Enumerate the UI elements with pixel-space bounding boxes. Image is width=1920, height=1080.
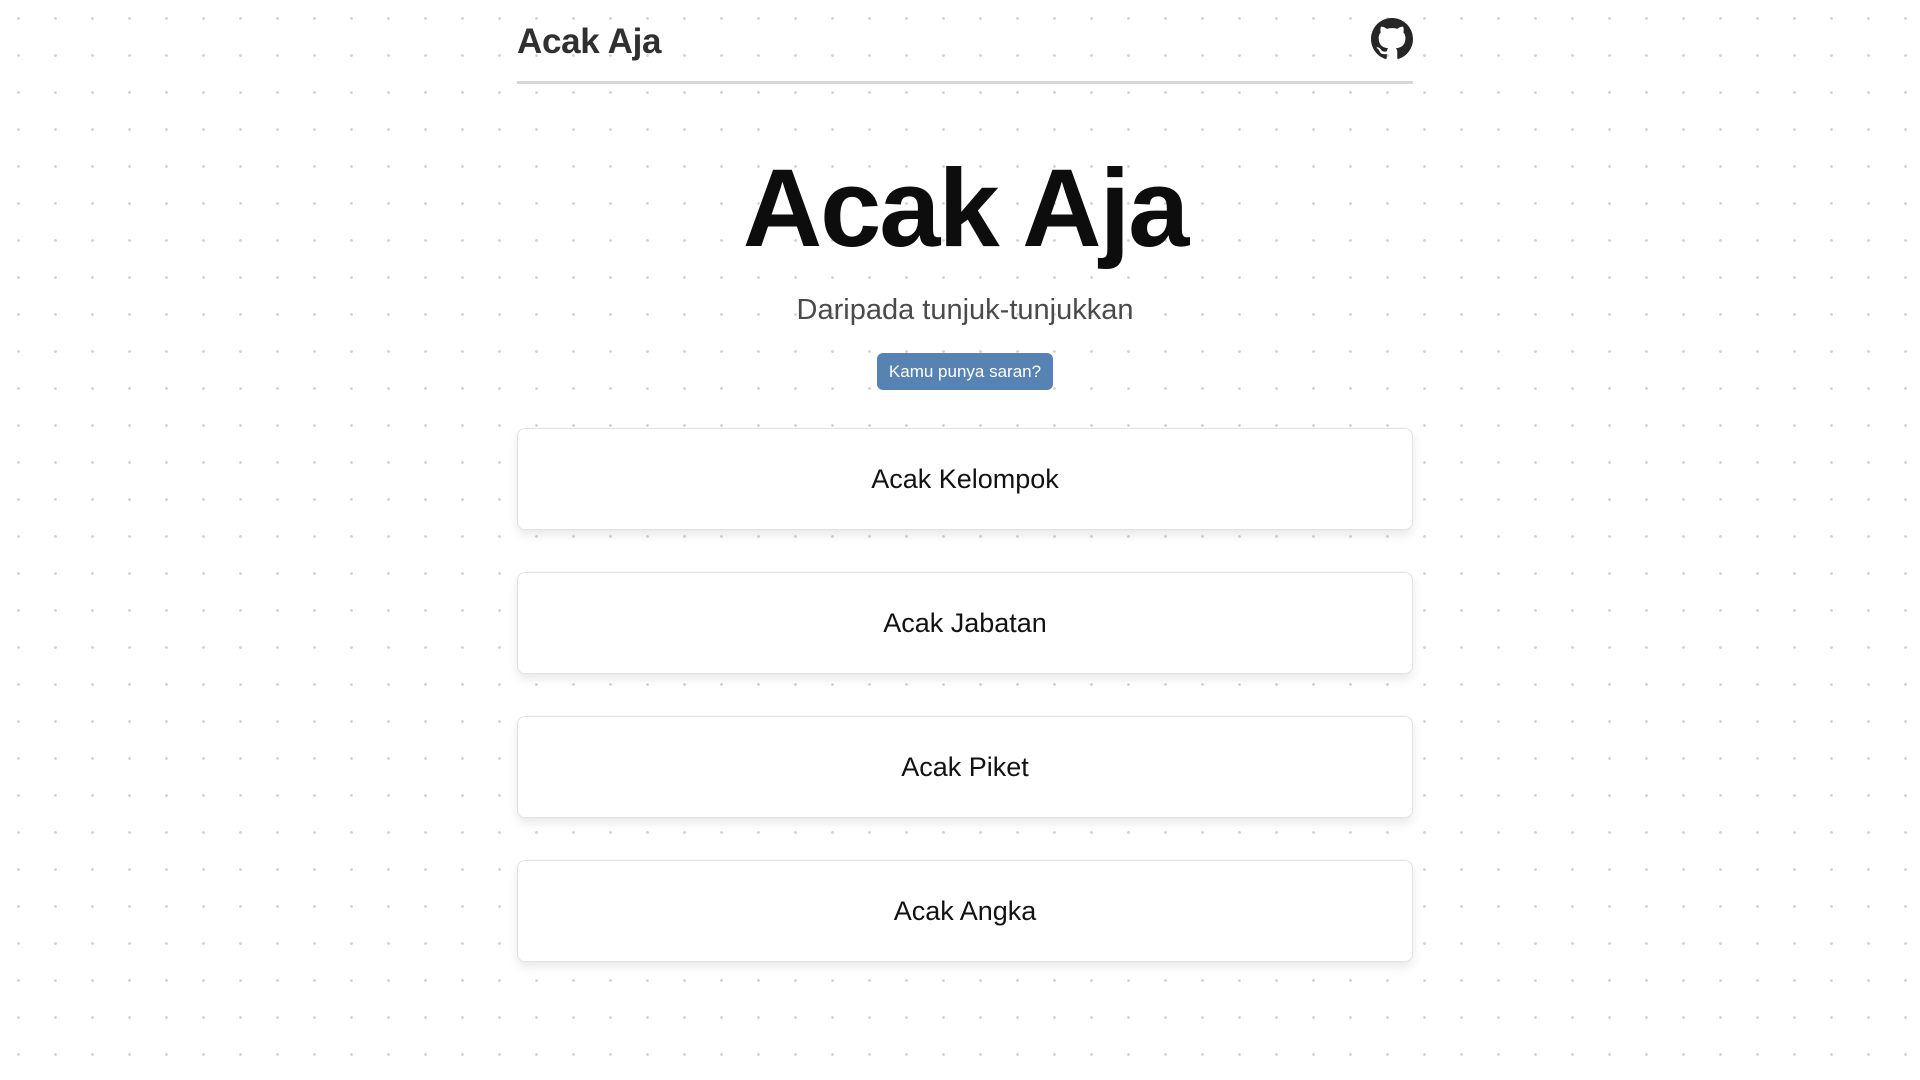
suggestion-button[interactable]: Kamu punya saran? (876, 353, 1054, 390)
github-link[interactable] (1371, 18, 1413, 65)
menu-card-acak-angka[interactable]: Acak Angka (517, 860, 1413, 962)
menu-list: Acak Kelompok Acak Jabatan Acak Piket Ac… (517, 428, 1413, 962)
brand-logo-link[interactable]: Acak Aja (517, 22, 661, 62)
menu-card-acak-jabatan[interactable]: Acak Jabatan (517, 572, 1413, 674)
page-subtitle: Daripada tunjuk-tunjukkan (796, 294, 1134, 326)
github-icon (1371, 18, 1413, 65)
page-title: Acak Aja (742, 147, 1190, 270)
menu-card-acak-piket[interactable]: Acak Piket (517, 716, 1413, 818)
navbar: Acak Aja (517, 0, 1413, 84)
hero-section: Acak Aja Daripada tunjuk-tunjukkan Kamu … (517, 154, 1413, 390)
menu-card-acak-kelompok[interactable]: Acak Kelompok (517, 428, 1413, 530)
page-container: Acak Aja Acak Aja Daripada tunjuk-tunjuk… (517, 0, 1413, 1004)
